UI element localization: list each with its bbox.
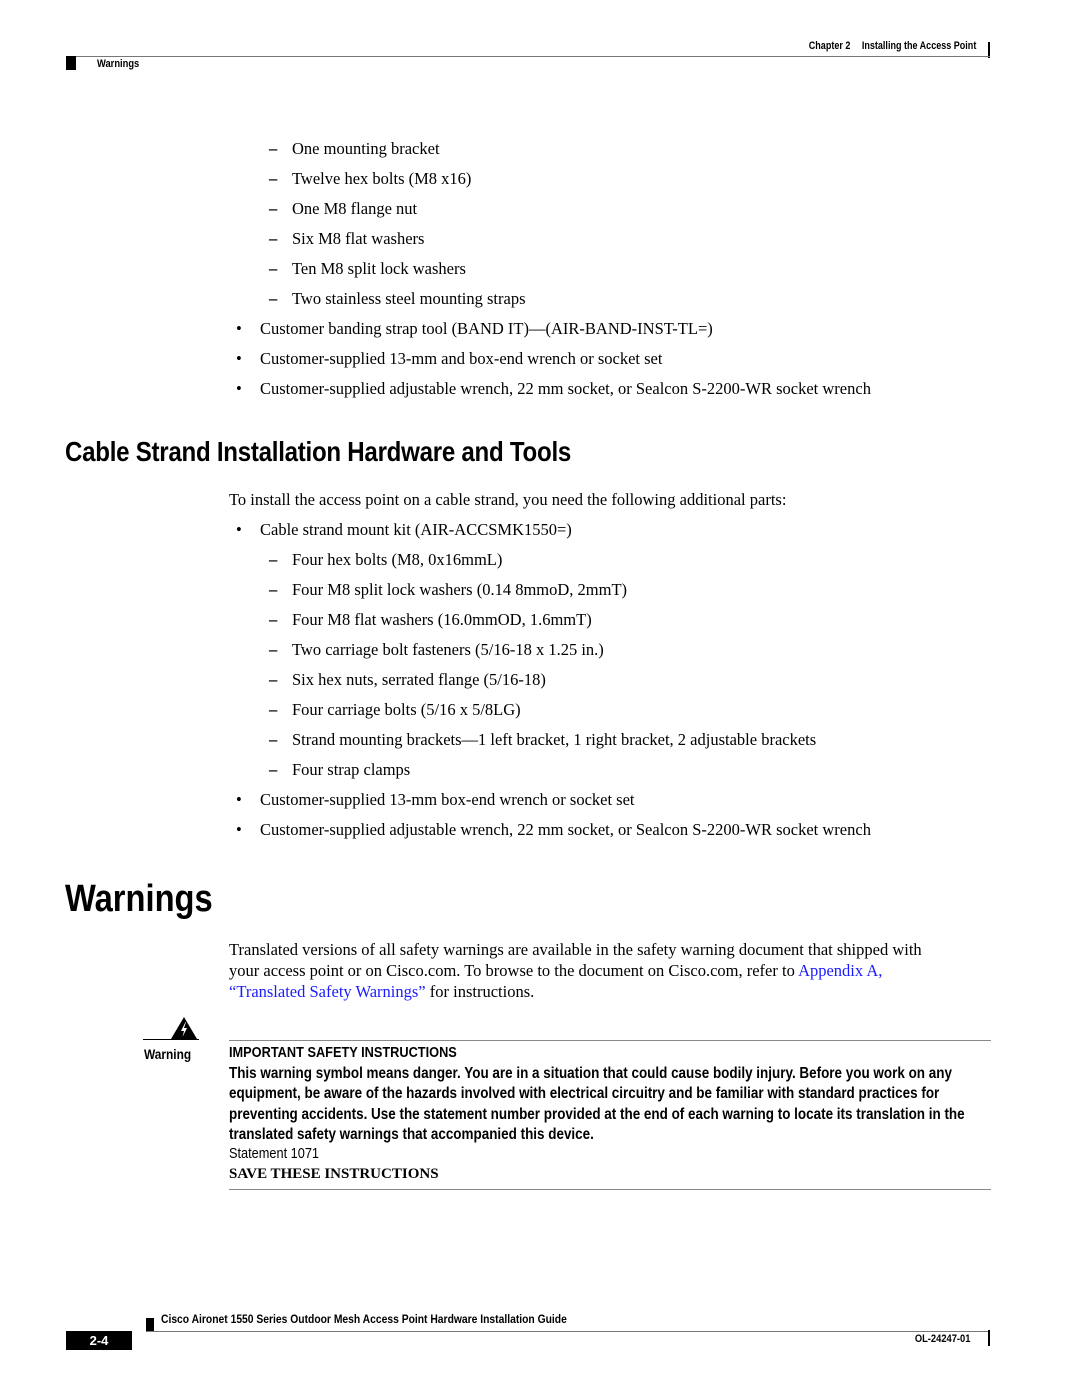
list-item: – Ten M8 split lock washers bbox=[269, 259, 466, 278]
list-item: – Four M8 split lock washers (0.14 8mmoD,… bbox=[269, 580, 628, 599]
footer-guide-title: Cisco Aironet 1550 Series Outdoor Mesh A… bbox=[161, 1312, 567, 1326]
warning-label: Warning bbox=[144, 1046, 192, 1062]
dash-marker: – bbox=[269, 700, 278, 719]
bullet-marker: • bbox=[236, 790, 242, 809]
dash-marker: – bbox=[269, 730, 278, 749]
warning-body: This warning symbol means danger. You ar… bbox=[229, 1065, 965, 1143]
list-item: • Customer-supplied 13-mm and box-end wre… bbox=[236, 349, 663, 368]
warning-icon-rule bbox=[143, 1039, 199, 1040]
chapter-label: Chapter 2 bbox=[808, 40, 851, 52]
warning-top-rule bbox=[229, 1040, 991, 1041]
dash-marker: – bbox=[269, 670, 278, 689]
running-header-section: Warnings bbox=[97, 58, 140, 70]
list-item: – Four strap clamps bbox=[269, 760, 411, 779]
warnings-para-line-2: your access point or on Cisco.com. To br… bbox=[229, 961, 883, 980]
footer-rule bbox=[146, 1331, 990, 1332]
dash-marker: – bbox=[269, 169, 278, 188]
list-item: – Six M8 flat washers bbox=[269, 229, 425, 248]
list-item: – Six hex nuts, serrated flange (5/16-18) bbox=[269, 670, 546, 689]
bullet-marker: • bbox=[236, 319, 242, 338]
warning-statement: Statement 1071 bbox=[229, 1145, 320, 1162]
list-item: – One mounting bracket bbox=[269, 139, 440, 158]
warnings-para-line-3: “Translated Safety Warnings” for instruc… bbox=[229, 982, 535, 1001]
list-item: • Customer-supplied 13-mm box-end wrench … bbox=[236, 790, 635, 809]
chapter-title: Installing the Access Point bbox=[861, 40, 976, 52]
list-item: – Four M8 flat washers (16.0mmOD, 1.6mmT) bbox=[269, 610, 592, 629]
list-item: – One M8 flange nut bbox=[269, 199, 418, 218]
list-item: • Customer banding strap tool (BAND IT)—(… bbox=[236, 319, 713, 338]
section-heading-warnings: Warnings bbox=[65, 878, 213, 920]
dash-marker: – bbox=[269, 139, 278, 158]
warnings-para-line-1: Translated versions of all safety warnin… bbox=[229, 940, 922, 959]
page-number: 2-4 bbox=[66, 1331, 132, 1350]
list-item: – Strand mounting brackets—1 left bracket… bbox=[269, 730, 817, 749]
bullet-marker: • bbox=[236, 349, 242, 368]
header-rule bbox=[66, 56, 990, 57]
warning-triangle-lightning-icon bbox=[171, 1017, 197, 1039]
cable-strand-intro: To install the access point on a cable s… bbox=[229, 490, 787, 509]
bullet-marker: • bbox=[236, 820, 242, 839]
dash-marker: – bbox=[269, 760, 278, 779]
footer-bar-marker bbox=[988, 1330, 990, 1346]
list-item: • Customer-supplied adjustable wrench, 22… bbox=[236, 379, 871, 398]
list-item: – Two carriage bolt fasteners (5/16-18 x … bbox=[269, 640, 604, 659]
dash-marker: – bbox=[269, 640, 278, 659]
section-heading-cable-strand: Cable Strand Installation Hardware and T… bbox=[65, 436, 572, 467]
list-item: – Twelve hex bolts (M8 x16) bbox=[269, 169, 472, 188]
dash-marker: – bbox=[269, 580, 278, 599]
document-number: OL-24247-01 bbox=[914, 1333, 970, 1345]
translated-safety-warnings-link[interactable]: “Translated Safety Warnings” bbox=[229, 982, 426, 1001]
list-item: – Four carriage bolts (5/16 x 5/8LG) bbox=[269, 700, 521, 719]
list-item: – Two stainless steel mounting straps bbox=[269, 289, 526, 308]
dash-marker: – bbox=[269, 259, 278, 278]
warning-title: IMPORTANT SAFETY INSTRUCTIONS bbox=[229, 1045, 457, 1061]
appendix-a-link[interactable]: Appendix A, bbox=[798, 961, 882, 980]
dash-marker: – bbox=[269, 610, 278, 629]
bullet-marker: • bbox=[236, 520, 242, 539]
list-item: • Cable strand mount kit (AIR-ACCSMK1550=… bbox=[236, 520, 572, 539]
dash-marker: – bbox=[269, 199, 278, 218]
footer-square-marker bbox=[146, 1318, 154, 1332]
dash-marker: – bbox=[269, 550, 278, 569]
list-item: • Customer-supplied adjustable wrench, 22… bbox=[236, 820, 871, 839]
header-square-marker bbox=[66, 56, 76, 70]
dash-marker: – bbox=[269, 289, 278, 308]
dash-marker: – bbox=[269, 229, 278, 248]
running-header-chapter: Chapter 2 Installing the Access Point bbox=[808, 40, 976, 52]
warning-bottom-rule bbox=[229, 1189, 991, 1190]
list-item: – Four hex bolts (M8, 0x16mmL) bbox=[269, 550, 503, 569]
warning-save-instructions: SAVE THESE INSTRUCTIONS bbox=[229, 1166, 439, 1182]
bullet-marker: • bbox=[236, 379, 242, 398]
